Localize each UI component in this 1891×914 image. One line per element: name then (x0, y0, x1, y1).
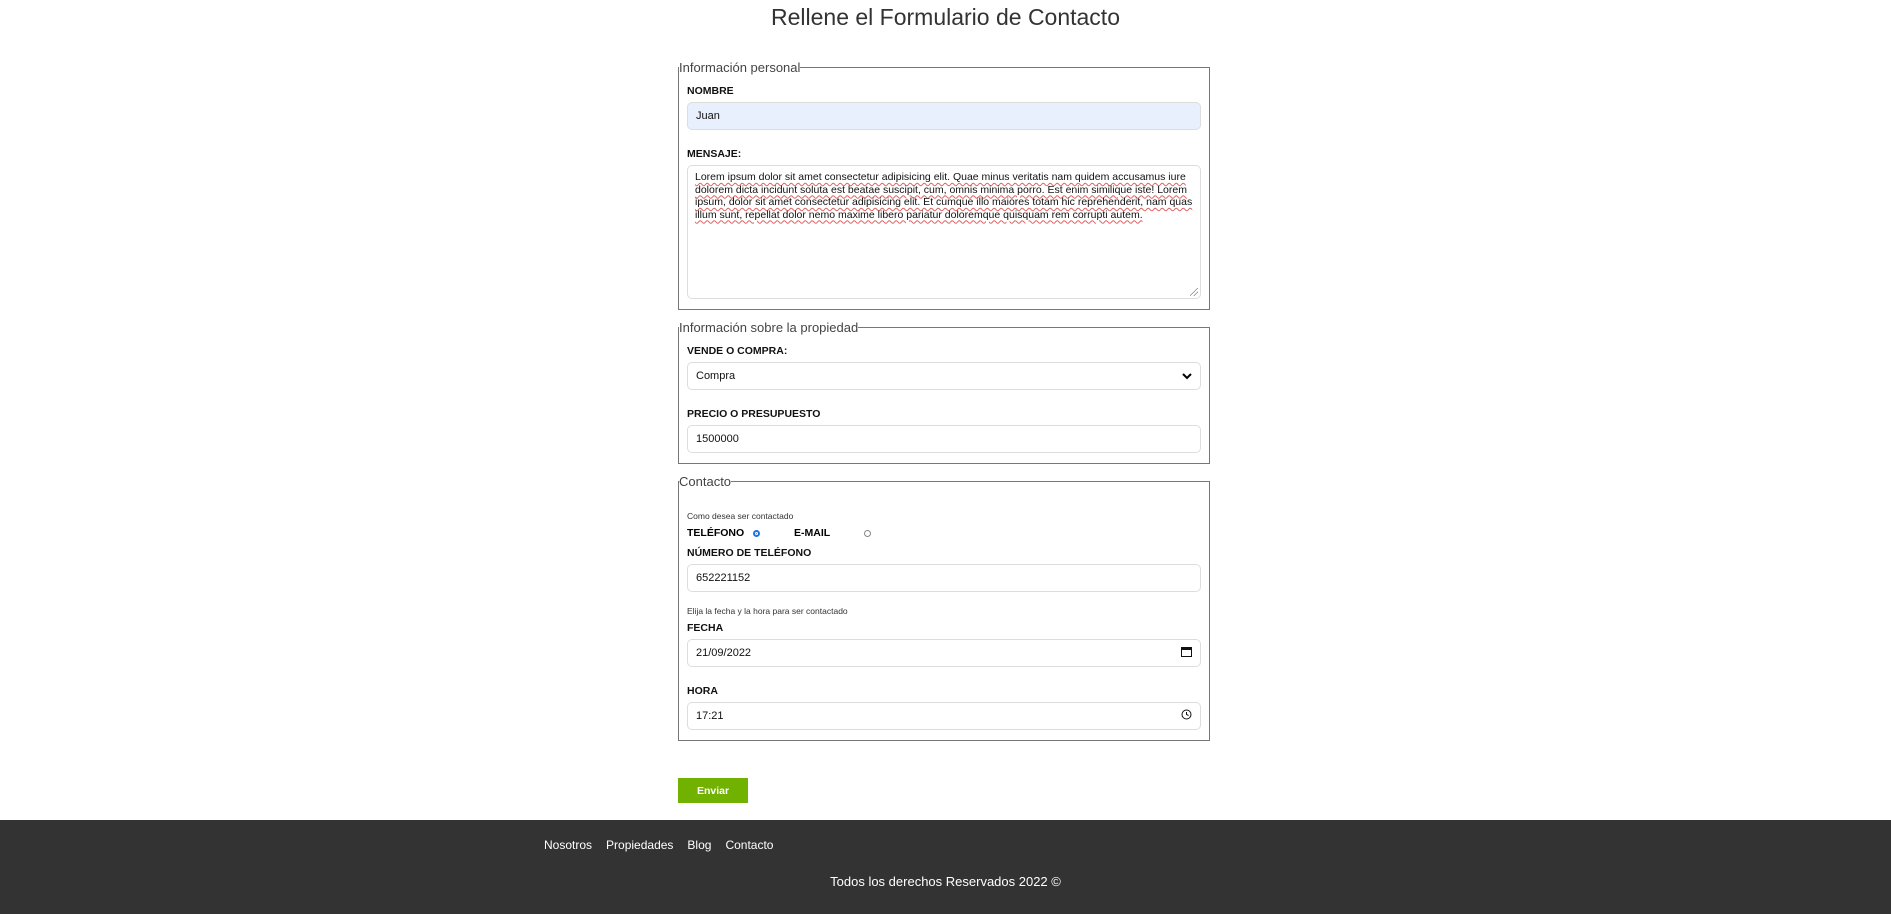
personal-info-legend: Información personal (679, 60, 801, 75)
name-label: NOMBRE (687, 85, 734, 97)
email-option-label: E-MAIL (794, 527, 831, 539)
buy-sell-label: VENDE O COMPRA: (687, 345, 788, 357)
footer-link-contacto[interactable]: Contacto (725, 838, 773, 852)
price-value: 1500000 (696, 433, 739, 445)
contact-fieldset: Contacto Como desea ser contactado TELÉF… (678, 474, 1210, 741)
submit-button[interactable]: Enviar (678, 778, 748, 803)
message-label: MENSAJE: (687, 148, 742, 160)
personal-info-fieldset: Información personal NOMBRE Juan MENSAJE… (678, 60, 1210, 310)
phone-radio[interactable] (753, 529, 760, 537)
property-info-legend: Información sobre la propiedad (679, 320, 859, 335)
page-title: Rellene el Formulario de Contacto (770, 4, 1120, 30)
message-value: Lorem ipsum dolor sit amet consectetur a… (695, 171, 1193, 221)
contact-form: Información personal NOMBRE Juan MENSAJE… (678, 60, 1210, 751)
time-label: HORA (687, 685, 718, 697)
property-info-fieldset: Información sobre la propiedad VENDE O C… (678, 320, 1210, 464)
phone-option-label: TELÉFONO (687, 527, 745, 539)
date-input[interactable]: 21/09/2022 (687, 639, 1201, 667)
footer-nav: Nosotros Propiedades Blog Contacto (544, 838, 773, 852)
chevron-down-icon (1182, 369, 1192, 383)
phone-number-label: NÚMERO DE TELÉFONO (687, 547, 812, 559)
clock-icon[interactable] (1181, 709, 1192, 723)
message-textarea[interactable]: Lorem ipsum dolor sit amet consectetur a… (687, 165, 1201, 299)
phone-number-input[interactable]: 652221152 (687, 564, 1201, 592)
price-label: PRECIO O PRESUPUESTO (687, 408, 821, 420)
calendar-icon[interactable] (1181, 646, 1192, 660)
buy-sell-selected: Compra (696, 370, 736, 382)
footer-link-nosotros[interactable]: Nosotros (544, 838, 592, 852)
footer-link-propiedades[interactable]: Propiedades (606, 838, 673, 852)
buy-sell-select[interactable]: Compra (687, 362, 1201, 390)
datetime-hint: Elija la fecha y la hora para ser contac… (687, 606, 848, 616)
contact-method-radio-group: TELÉFONO E-MAIL (687, 527, 1201, 539)
footer-link-blog[interactable]: Blog (687, 838, 711, 852)
contact-method-hint: Como desea ser contactado (687, 511, 794, 521)
price-input[interactable]: 1500000 (687, 425, 1201, 453)
copyright-text: Todos los derechos Reservados 2022 © (830, 874, 1061, 889)
email-radio[interactable] (864, 529, 871, 537)
date-value: 21/09/2022 (696, 647, 752, 659)
contact-legend: Contacto (679, 474, 732, 489)
phone-number-value: 652221152 (696, 572, 751, 584)
name-value: Juan (696, 110, 720, 122)
date-label: FECHA (687, 622, 724, 634)
page: Rellene el Formulario de Contacto Inform… (0, 0, 1891, 914)
footer: Nosotros Propiedades Blog Contacto Todos… (0, 820, 1891, 914)
time-value: 17:21 (696, 710, 724, 722)
resize-handle-icon[interactable] (1190, 288, 1198, 296)
time-input[interactable]: 17:21 (687, 702, 1201, 730)
name-input[interactable]: Juan (687, 102, 1201, 130)
